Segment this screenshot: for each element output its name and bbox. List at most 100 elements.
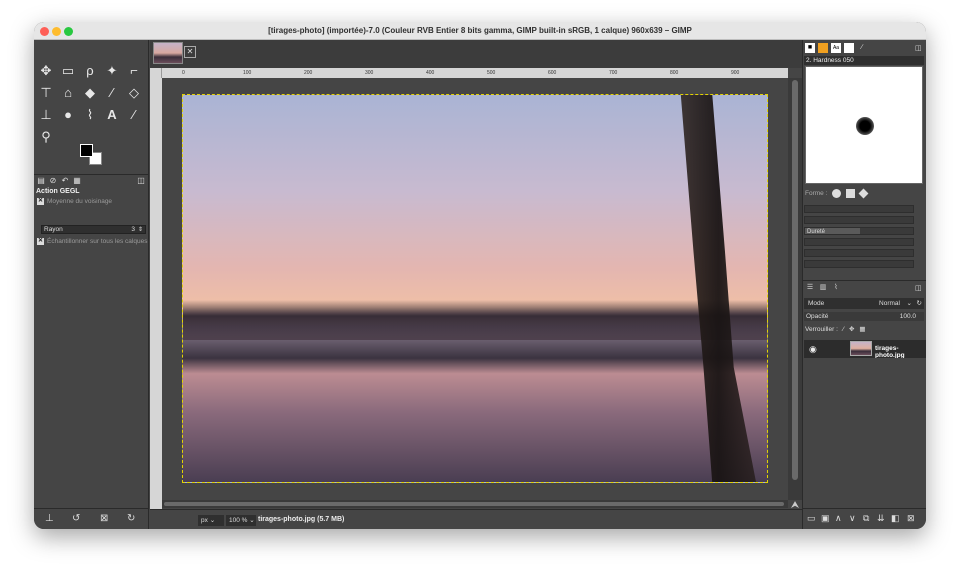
warp-icon[interactable]: ⌂	[58, 84, 78, 102]
undo-history-tab-icon[interactable]: ↶	[60, 176, 70, 186]
delete-layer-icon[interactable]: ⊠	[907, 513, 915, 524]
checkbox-icon[interactable]: ✕	[37, 198, 44, 205]
window-title: [tirages-photo] (importée)-7.0 (Couleur …	[268, 26, 692, 35]
forme-label: Forme :	[805, 190, 828, 197]
tool-options-title: Action GEGL	[36, 188, 80, 195]
vertical-ruler[interactable]	[150, 78, 162, 518]
tool-options-tab-icon[interactable]: ▤	[36, 176, 46, 186]
eraser-icon[interactable]: ◇	[124, 84, 144, 102]
unit-value: px	[201, 517, 208, 524]
opacity-label: Opacité	[806, 313, 829, 320]
aspect-slider[interactable]	[804, 238, 914, 246]
paintbrush-icon[interactable]: ∕	[102, 84, 122, 102]
photo-canvas[interactable]	[182, 94, 768, 483]
scrollbar-thumb[interactable]	[164, 502, 784, 506]
rayon-spinner[interactable]: Rayon 3 ⇕	[41, 225, 146, 234]
checkbox-icon[interactable]: ✕	[37, 238, 44, 245]
opacity-slider[interactable]: Opacité 100.0	[804, 312, 924, 321]
mode-value: Normal	[879, 300, 900, 307]
lasso-icon[interactable]: ρ	[80, 62, 100, 80]
brush-preview[interactable]	[805, 66, 923, 184]
ruler-tick-label: 800	[670, 70, 679, 76]
horizontal-scrollbar[interactable]	[162, 500, 788, 508]
moyenne-option[interactable]: ✕ Moyenne du voisinage	[37, 198, 112, 205]
color-picker-icon[interactable]: ∕	[124, 106, 144, 124]
reset-options-icon[interactable]: ↻	[127, 513, 135, 524]
save-options-icon[interactable]: ⊥	[45, 513, 54, 524]
lower-layer-icon[interactable]: ∨	[849, 513, 856, 524]
opacity-value: 100.0	[899, 313, 916, 320]
document-tab-icon[interactable]	[844, 43, 854, 53]
dock-menu-icon[interactable]: ◫	[915, 44, 922, 52]
brush-name: 2. Hardness 050	[804, 56, 924, 65]
reset-mode-icon[interactable]: ↻	[917, 298, 922, 309]
new-layer-group-icon[interactable]: ▣	[821, 513, 830, 524]
scrollbar-thumb[interactable]	[792, 80, 798, 480]
brush-dot	[856, 117, 874, 135]
paths-icon[interactable]: ⌇	[80, 106, 100, 124]
fuzzy-select-icon[interactable]: ✦	[102, 62, 122, 80]
zoom-icon[interactable]: ⚲	[36, 128, 56, 146]
new-layer-icon[interactable]: ▭	[807, 513, 816, 524]
rayon-value: 3	[131, 226, 135, 233]
smudge-icon[interactable]: ●	[58, 106, 78, 124]
text-icon[interactable]: A	[102, 106, 122, 124]
dock-menu-icon[interactable]: ◫	[136, 176, 146, 186]
echantillonner-option[interactable]: ✕ Échantillonner sur tous les calques	[37, 238, 147, 245]
zoom-select[interactable]: 100 % ⌄	[226, 515, 256, 526]
canvas-view[interactable]	[162, 78, 788, 488]
layer-name: tirages-photo.jpg	[875, 345, 905, 359]
foreground-color-swatch[interactable]	[80, 144, 93, 157]
close-image-icon[interactable]: ✕	[184, 46, 196, 58]
image-tab-thumbnail[interactable]	[153, 42, 183, 64]
layer-row[interactable]: ◉ tirages-photo.jpg	[804, 340, 926, 359]
device-status-tab-icon[interactable]: ⊘	[48, 176, 58, 186]
echantillonner-label: Échantillonner sur tous les calques	[47, 238, 148, 245]
delete-options-icon[interactable]: ⊠	[100, 513, 108, 524]
status-bar: px ⌄ 100 % ⌄ tirages-photo.jpg (5.7 MB)	[150, 509, 802, 529]
vertical-scrollbar[interactable]	[788, 78, 802, 500]
paths-tab-icon[interactable]: ⌇	[831, 283, 841, 293]
bucket-fill-icon[interactable]: ◆	[80, 84, 100, 102]
durete-slider[interactable]: Dureté	[804, 227, 914, 235]
square-shape-icon[interactable]	[846, 189, 856, 198]
move-tool-icon[interactable]: ✥	[36, 62, 56, 80]
mode-label: Mode	[808, 300, 825, 307]
spin-arrows-icon[interactable]: ⇕	[138, 226, 143, 234]
ruler-tick-label: 0	[182, 70, 185, 76]
spikes-slider[interactable]	[804, 216, 914, 224]
channels-tab-icon[interactable]: ▥	[818, 283, 828, 293]
paint-dynamics-tab-icon[interactable]: ∕	[857, 43, 867, 53]
transform-icon[interactable]: ⊤	[36, 84, 56, 102]
canvas-area: ✕ 0 100 200 300 400 500 600 700 800 900 ⮝ px ⌄ 10…	[150, 40, 802, 529]
lock-alpha-icon[interactable]: ▦	[859, 325, 865, 333]
restore-options-icon[interactable]: ↺	[72, 513, 80, 524]
horizontal-ruler[interactable]: 0 100 200 300 400 500 600 700 800 900	[162, 68, 788, 78]
clone-icon[interactable]: ⊥	[36, 106, 56, 124]
lock-position-icon[interactable]: ✥	[849, 325, 854, 333]
patterns-tab-icon[interactable]	[818, 43, 828, 53]
mask-layer-icon[interactable]: ◧	[891, 513, 900, 524]
angle-slider[interactable]	[804, 249, 914, 257]
layers-bottom-bar: ▭ ▣ ∧ ∨ ⧉ ⇊ ◧ ⊠	[803, 508, 926, 529]
ruler-corner[interactable]	[150, 68, 162, 78]
diamond-shape-icon[interactable]	[858, 188, 869, 199]
crop-icon[interactable]: ⌐	[124, 62, 144, 80]
brushes-tab-icon[interactable]: ■	[805, 43, 815, 53]
merge-layer-icon[interactable]: ⇊	[877, 513, 885, 524]
rect-select-icon[interactable]: ▭	[58, 62, 78, 80]
mode-select[interactable]: Mode Normal ⌄ ↻	[804, 298, 924, 309]
dock-menu-icon[interactable]: ◫	[915, 284, 922, 292]
fonts-tab-icon[interactable]: Aa	[831, 43, 841, 53]
circle-shape-icon[interactable]	[832, 189, 842, 198]
lock-pixels-icon[interactable]: ∕	[843, 326, 844, 333]
unit-select[interactable]: px ⌄	[198, 515, 224, 526]
radius-slider[interactable]	[804, 205, 914, 213]
eye-icon[interactable]: ◉	[809, 344, 817, 355]
duplicate-layer-icon[interactable]: ⧉	[863, 513, 869, 524]
spacing-slider[interactable]	[804, 260, 914, 268]
tool-options-tabs: ▤ ⊘ ↶ ▦ ◫	[34, 174, 149, 187]
layers-tab-icon[interactable]: ☰	[805, 283, 815, 293]
images-tab-icon[interactable]: ▦	[72, 176, 82, 186]
raise-layer-icon[interactable]: ∧	[835, 513, 842, 524]
